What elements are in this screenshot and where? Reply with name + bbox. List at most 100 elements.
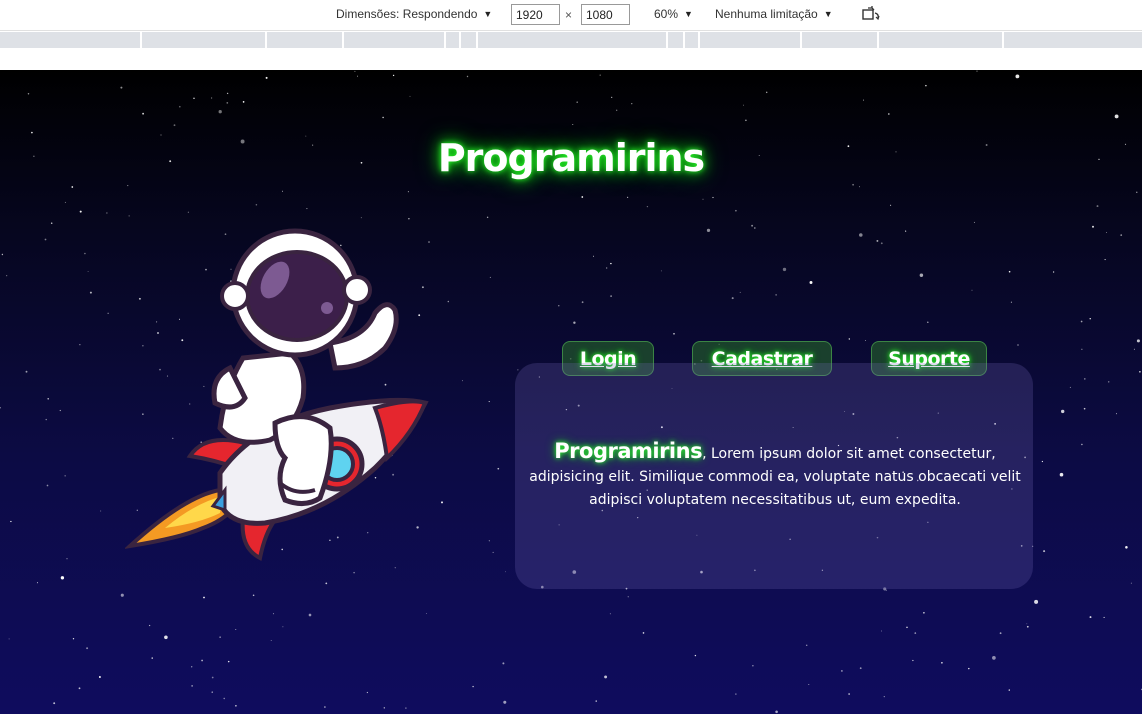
zoom-label: 60% [654, 7, 679, 21]
star [852, 183, 854, 186]
star [255, 203, 258, 206]
star [1043, 550, 1046, 553]
ruler-divider [698, 32, 700, 48]
star [880, 242, 883, 245]
star [848, 338, 850, 340]
star [971, 289, 973, 291]
star [1080, 320, 1083, 323]
star [79, 344, 81, 346]
star [211, 691, 213, 693]
star [642, 632, 645, 634]
star [610, 295, 612, 297]
star [1041, 460, 1044, 463]
star [517, 369, 519, 371]
star [1136, 191, 1138, 193]
throttle-label: Nenhuma limitação [715, 7, 818, 21]
star [306, 208, 308, 210]
star [405, 707, 407, 709]
star [71, 186, 74, 188]
star [752, 665, 754, 667]
star [53, 702, 56, 705]
star [107, 312, 109, 314]
throttle-dropdown[interactable]: Nenhuma limitação ▼ [715, 7, 833, 21]
star [627, 596, 629, 598]
star [923, 611, 925, 614]
star [1130, 582, 1132, 584]
rotate-icon[interactable] [862, 6, 880, 22]
star [408, 217, 410, 220]
star [270, 639, 272, 641]
star [1096, 205, 1099, 208]
star [1026, 625, 1029, 628]
height-input[interactable] [581, 4, 630, 25]
star [127, 185, 129, 187]
star [151, 657, 153, 659]
star [1104, 259, 1106, 261]
star [64, 475, 66, 477]
star [611, 96, 613, 99]
star [1008, 689, 1010, 691]
ruler-divider [444, 32, 446, 48]
star [27, 93, 30, 95]
star [497, 467, 500, 470]
star [282, 626, 284, 628]
ruler-divider [476, 32, 478, 48]
star [235, 629, 237, 631]
star [211, 676, 214, 679]
star [841, 670, 843, 672]
star [226, 102, 229, 104]
star [272, 613, 275, 615]
ruler-divider [800, 32, 802, 48]
star [992, 656, 996, 660]
star [504, 571, 506, 573]
star [164, 635, 168, 640]
star [466, 75, 469, 78]
star [881, 630, 883, 632]
star [731, 297, 734, 300]
star [173, 124, 176, 127]
star [461, 380, 463, 382]
star [885, 589, 887, 591]
star [128, 215, 130, 217]
star [227, 660, 230, 663]
star [10, 520, 12, 523]
star [44, 238, 47, 241]
star [191, 685, 193, 687]
ruler-divider [666, 32, 668, 48]
star [409, 95, 411, 97]
star [1103, 616, 1105, 618]
star [558, 305, 560, 307]
star [503, 700, 507, 704]
star [925, 84, 927, 87]
media-query-ruler[interactable] [0, 32, 1142, 48]
star [859, 186, 861, 188]
star [407, 191, 409, 193]
star [573, 321, 576, 324]
star [1092, 225, 1094, 228]
star [712, 196, 714, 199]
star [694, 654, 697, 657]
zoom-dropdown[interactable]: 60% ▼ [654, 7, 693, 21]
star [193, 97, 195, 99]
star [745, 119, 747, 122]
star [1107, 381, 1110, 383]
star [79, 210, 82, 213]
dimensions-dropdown[interactable]: Dimensões: Respondendo ▼ [336, 7, 492, 21]
width-input[interactable] [511, 4, 560, 25]
caret-down-icon: ▼ [684, 9, 693, 19]
star [604, 675, 608, 679]
star [488, 401, 490, 403]
star [226, 92, 229, 95]
star [86, 647, 89, 650]
star [211, 97, 213, 99]
star [1116, 413, 1117, 415]
star [1089, 616, 1092, 619]
star [1133, 348, 1135, 350]
star [702, 198, 704, 200]
star [72, 638, 75, 640]
star [976, 70, 978, 72]
star [1106, 232, 1107, 233]
star [120, 593, 124, 597]
star [941, 661, 943, 664]
star [191, 666, 193, 668]
